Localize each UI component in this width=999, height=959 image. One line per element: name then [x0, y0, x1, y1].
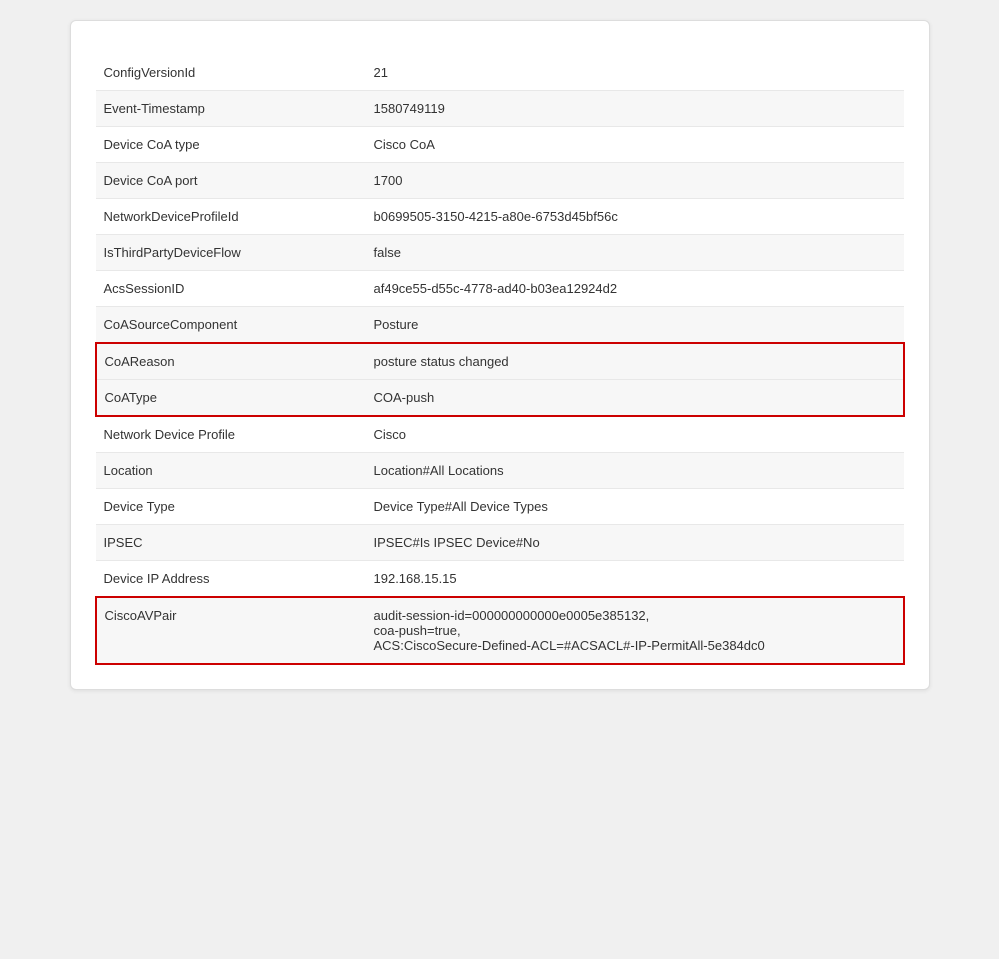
table-row: Device CoA typeCisco CoA: [96, 127, 904, 163]
table-row: Device TypeDevice Type#All Device Types: [96, 489, 904, 525]
table-row: Device CoA port1700: [96, 163, 904, 199]
attribute-key: Location: [96, 453, 366, 489]
table-row: Network Device ProfileCisco: [96, 416, 904, 453]
attribute-key: Network Device Profile: [96, 416, 366, 453]
attribute-value: 192.168.15.15: [366, 561, 904, 598]
table-row: CiscoAVPairaudit-session-id=000000000000…: [96, 597, 904, 664]
attributes-table: ConfigVersionId21Event-Timestamp15807491…: [95, 55, 905, 665]
table-row: LocationLocation#All Locations: [96, 453, 904, 489]
attribute-key: CoAReason: [96, 343, 366, 380]
attribute-key: CiscoAVPair: [96, 597, 366, 664]
attribute-key: ConfigVersionId: [96, 55, 366, 91]
table-row: CoASourceComponentPosture: [96, 307, 904, 344]
table-row: Event-Timestamp1580749119: [96, 91, 904, 127]
attribute-value: posture status changed: [366, 343, 904, 380]
attribute-value: Posture: [366, 307, 904, 344]
attribute-value: Location#All Locations: [366, 453, 904, 489]
attribute-key: Device CoA port: [96, 163, 366, 199]
attribute-value: Cisco CoA: [366, 127, 904, 163]
attribute-value: b0699505-3150-4215-a80e-6753d45bf56c: [366, 199, 904, 235]
attribute-key: Device CoA type: [96, 127, 366, 163]
attribute-key: NetworkDeviceProfileId: [96, 199, 366, 235]
attribute-value: false: [366, 235, 904, 271]
table-row: ConfigVersionId21: [96, 55, 904, 91]
attribute-key: AcsSessionID: [96, 271, 366, 307]
attribute-value: audit-session-id=000000000000e0005e38513…: [366, 597, 904, 664]
attribute-key: Event-Timestamp: [96, 91, 366, 127]
attribute-value: COA-push: [366, 380, 904, 417]
attribute-value: af49ce55-d55c-4778-ad40-b03ea12924d2: [366, 271, 904, 307]
attribute-key: IPSEC: [96, 525, 366, 561]
attribute-value: 21: [366, 55, 904, 91]
table-row: IPSECIPSEC#Is IPSEC Device#No: [96, 525, 904, 561]
attribute-value: 1700: [366, 163, 904, 199]
table-row: AcsSessionIDaf49ce55-d55c-4778-ad40-b03e…: [96, 271, 904, 307]
table-row: CoAReasonposture status changed: [96, 343, 904, 380]
attribute-key: Device Type: [96, 489, 366, 525]
attribute-value: Device Type#All Device Types: [366, 489, 904, 525]
attribute-key: CoASourceComponent: [96, 307, 366, 344]
attribute-value: IPSEC#Is IPSEC Device#No: [366, 525, 904, 561]
attribute-key: IsThirdPartyDeviceFlow: [96, 235, 366, 271]
other-attributes-card: ConfigVersionId21Event-Timestamp15807491…: [70, 20, 930, 690]
table-row: Device IP Address192.168.15.15: [96, 561, 904, 598]
table-row: NetworkDeviceProfileIdb0699505-3150-4215…: [96, 199, 904, 235]
attribute-value: Cisco: [366, 416, 904, 453]
attribute-key: CoAType: [96, 380, 366, 417]
attribute-value: 1580749119: [366, 91, 904, 127]
table-row: CoATypeCOA-push: [96, 380, 904, 417]
table-row: IsThirdPartyDeviceFlowfalse: [96, 235, 904, 271]
attribute-key: Device IP Address: [96, 561, 366, 598]
